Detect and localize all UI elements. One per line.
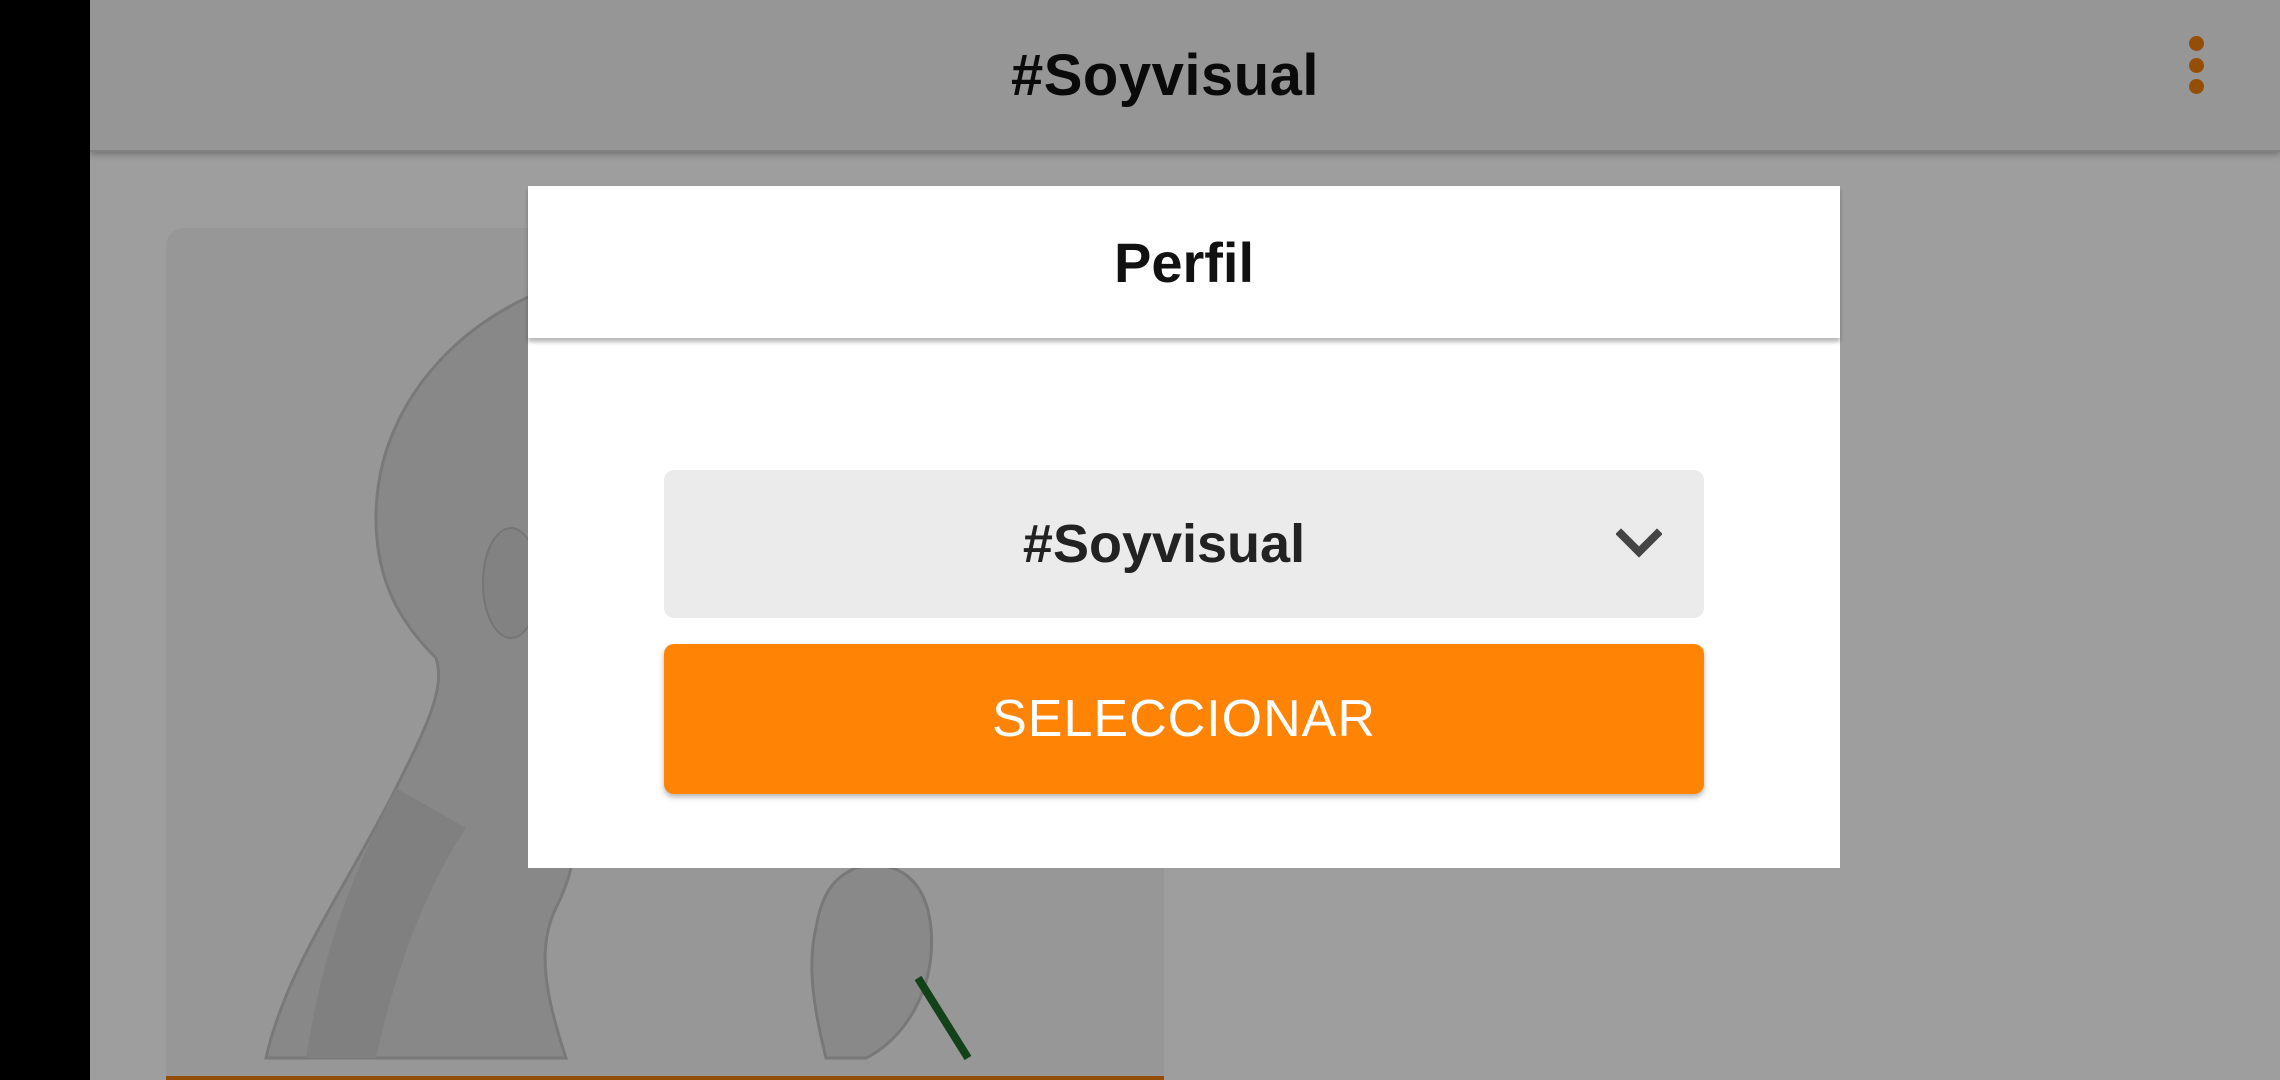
system-side-bar [0,0,90,1080]
profile-dialog: Perfil #Soyvisual SELECCIONAR [528,186,1840,868]
chevron-down-icon [1616,528,1662,558]
profile-select[interactable]: #Soyvisual [664,470,1704,618]
app-screen: #Soyvisual Perfil #Soyvisual SELECCIONAR [90,0,2280,1080]
dialog-header: Perfil [528,186,1840,338]
dialog-title: Perfil [1113,230,1255,294]
profile-select-value: #Soyvisual [1022,514,1306,574]
select-button[interactable]: SELECCIONAR [664,644,1704,794]
select-button-label: SELECCIONAR [992,690,1376,748]
